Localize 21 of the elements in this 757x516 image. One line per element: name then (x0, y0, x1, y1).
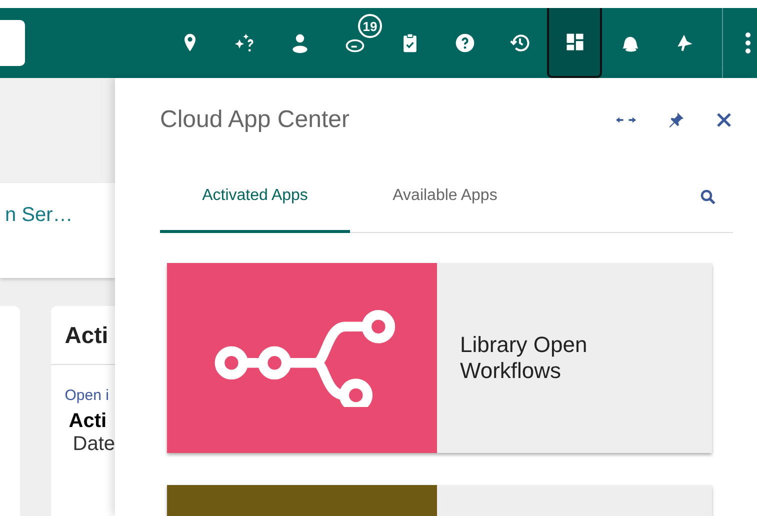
panel-title: Cloud App Center (160, 106, 350, 134)
chat-button[interactable]: 19 (327, 8, 382, 78)
more-icon[interactable] (745, 31, 751, 55)
tab[interactable]: Activated Apps (160, 162, 350, 232)
help-icon (454, 32, 476, 54)
grid-button[interactable] (547, 8, 602, 78)
search-icon[interactable] (699, 188, 717, 206)
sparkle-help-icon (234, 32, 256, 54)
close-icon[interactable] (715, 111, 733, 129)
pin-icon[interactable] (667, 111, 685, 129)
tab[interactable]: Available Apps (350, 162, 540, 232)
notification-badge: 19 (358, 14, 382, 38)
app-name: Library Open Workflows (459, 332, 588, 384)
open-link[interactable]: Open i (64, 387, 115, 404)
search-field[interactable] (0, 20, 25, 66)
app-card[interactable]: Library Open Workflows (167, 263, 712, 453)
link-text[interactable]: n Ser… (5, 204, 73, 227)
item-date: Date (72, 433, 115, 456)
card-title: Acti (64, 322, 108, 348)
history-icon (508, 32, 530, 54)
item-title: Acti (68, 410, 108, 433)
